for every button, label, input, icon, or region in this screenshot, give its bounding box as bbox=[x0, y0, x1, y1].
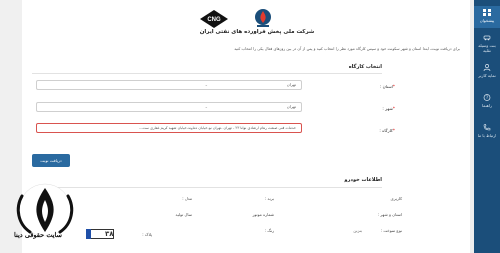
divider bbox=[32, 73, 382, 74]
workshop-section-title: انتخاب کارگاه bbox=[348, 64, 382, 70]
vehicle-province-city-label: استان و شهر : bbox=[377, 212, 402, 217]
vehicle-fuel-value: بنزین bbox=[353, 228, 362, 233]
vehicle-brand-label: برند : bbox=[264, 196, 274, 201]
vehicle-engine-number-label: شماره موتور bbox=[252, 212, 274, 217]
svg-text:?: ? bbox=[486, 95, 488, 100]
vehicle-usage-label: کاربری bbox=[390, 196, 402, 201]
user-profile-icon bbox=[483, 64, 491, 71]
city-label: *شهر : bbox=[382, 106, 395, 111]
sidebar: پیشخوان بنت وسیله نقلیه نمایه کاربر ? را… bbox=[474, 0, 500, 253]
sidebar-item-dashboard[interactable]: پیشخوان bbox=[474, 6, 500, 28]
cng-logo-icon: CNG bbox=[200, 10, 228, 28]
workshop-label: *کارگاه : bbox=[379, 128, 395, 133]
contact-icon bbox=[483, 124, 491, 131]
vehicle-model-label: مدل : bbox=[182, 196, 192, 201]
help-icon: ? bbox=[483, 94, 491, 101]
sidebar-item-contact[interactable]: ارتباط با ما bbox=[474, 124, 500, 148]
province-select[interactable]: تهران ⌄ bbox=[36, 80, 302, 90]
car-register-icon bbox=[483, 35, 491, 41]
get-appointment-button[interactable]: دریافت نوبت bbox=[32, 154, 70, 167]
vehicle-plate-label: پلاک : bbox=[142, 232, 152, 237]
vehicle-fuel-label: نوع سوخت : bbox=[380, 228, 402, 233]
svg-text:CNG: CNG bbox=[207, 17, 221, 23]
watermark-text: سایت حقوقی دینا bbox=[14, 231, 62, 239]
license-plate: ۳۸ bbox=[86, 229, 114, 239]
intro-text: برای دریافت نوبت، ابتدا استان و شهر سکون… bbox=[234, 46, 460, 51]
chevron-down-icon: ⌄ bbox=[204, 104, 208, 109]
page-scrollbar[interactable] bbox=[470, 0, 474, 253]
sidebar-item-user-profile[interactable]: نمایه کاربر bbox=[474, 64, 500, 84]
oil-company-logo-icon bbox=[255, 9, 271, 27]
sidebar-item-vehicle-register[interactable]: بنت وسیله نقلیه bbox=[474, 34, 500, 58]
chevron-down-icon: ⌄ bbox=[204, 82, 208, 87]
vehicle-section-title: اطلاعات خودرو bbox=[344, 177, 382, 183]
province-label: *استان : bbox=[379, 84, 395, 89]
sidebar-item-help[interactable]: ? راهنما bbox=[474, 94, 500, 114]
vehicle-color-label: رنگ : bbox=[264, 228, 274, 233]
city-select[interactable]: تهران ⌄ bbox=[36, 102, 302, 112]
site-watermark-logo-icon bbox=[16, 183, 74, 237]
company-name: شرکت ملی پخش فراورده های نفتی ایران bbox=[199, 29, 315, 35]
vehicle-year-label: سال تولید bbox=[175, 212, 192, 217]
workshop-select[interactable]: خدمات فنی صنعت رهام ارشادی نوانا ۲۳ - ته… bbox=[36, 123, 302, 133]
dashboard-icon bbox=[483, 9, 491, 16]
